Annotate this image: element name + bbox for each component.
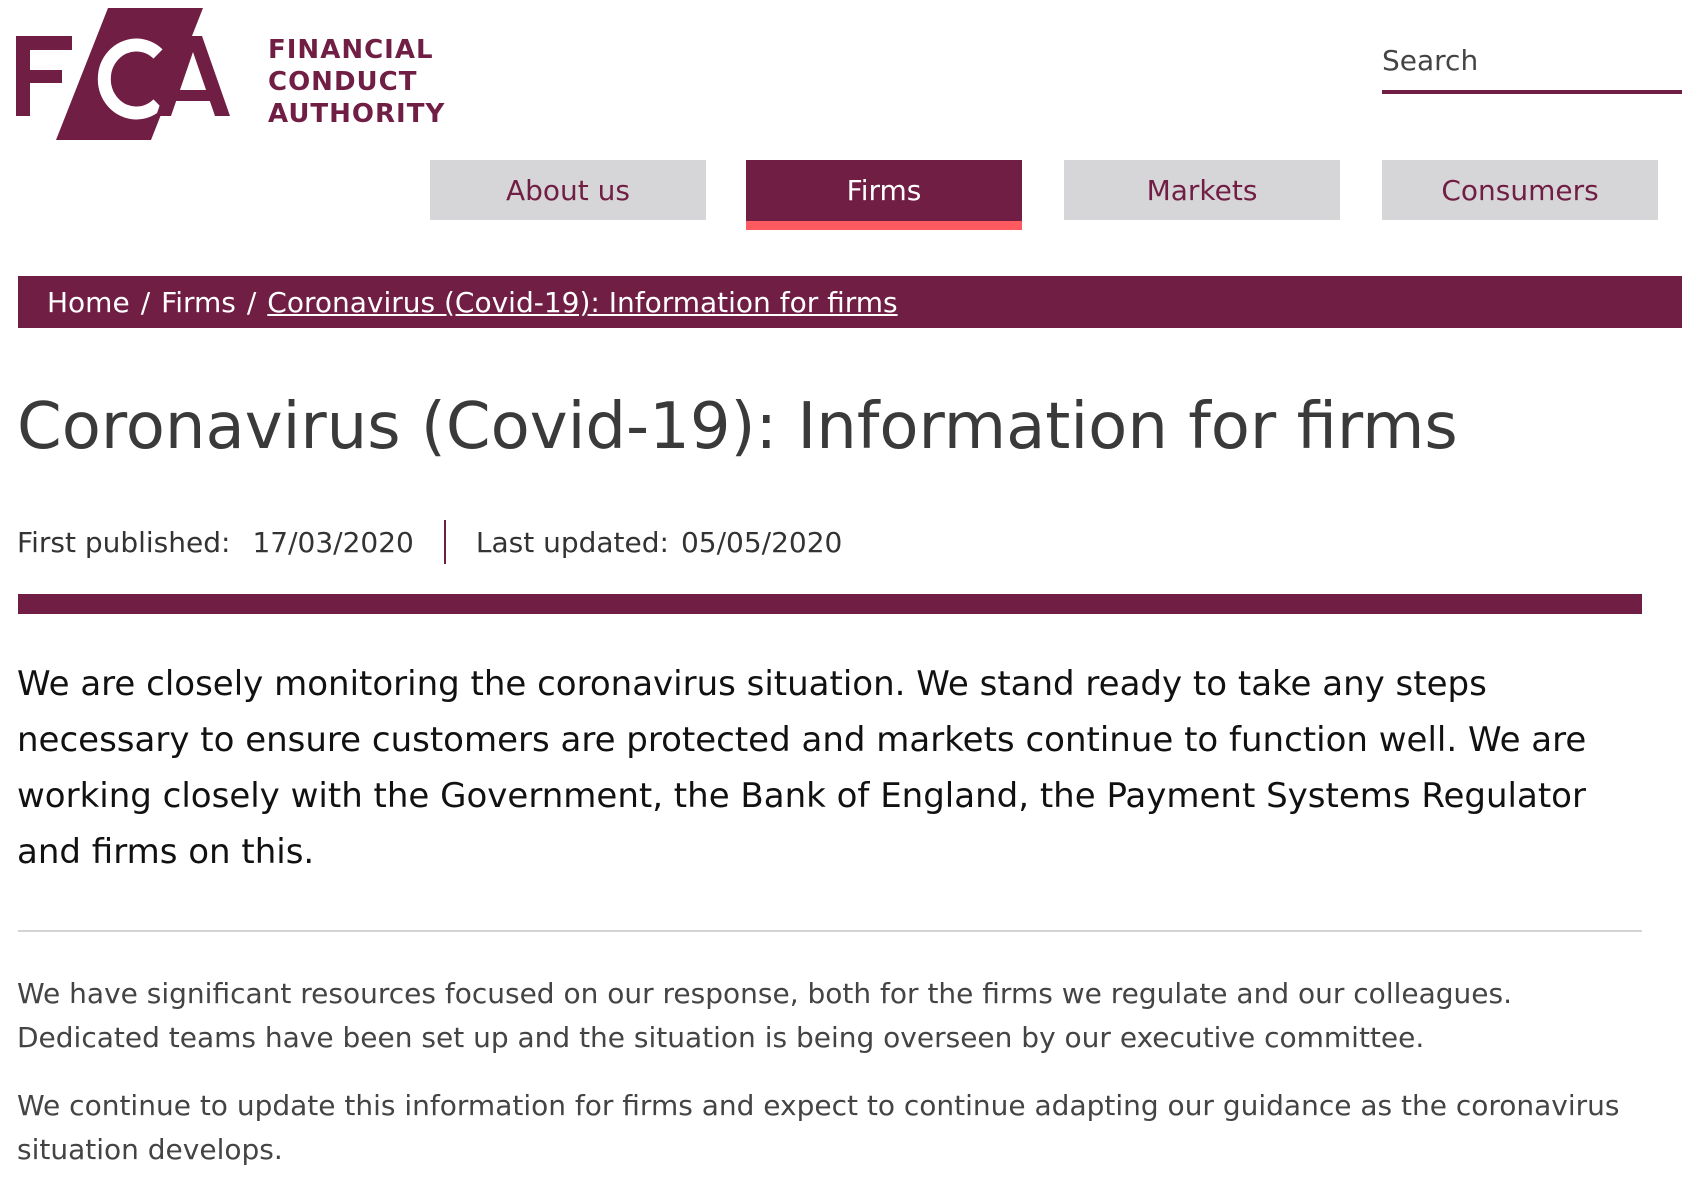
section-divider (18, 594, 1642, 614)
meta-divider (443, 520, 446, 564)
page-title: Coronavirus (Covid-19): Information for … (17, 390, 1458, 464)
tab-about-us[interactable]: About us (430, 160, 706, 220)
breadcrumb: Home / Firms / Coronavirus (Covid-19): I… (18, 276, 1682, 328)
brand-name-line-2: CONDUCT (268, 67, 418, 97)
breadcrumb-home[interactable]: Home (47, 286, 130, 319)
content-divider (18, 930, 1642, 932)
brand-name-line-3: AUTHORITY (268, 99, 446, 129)
tab-markets[interactable]: Markets (1064, 160, 1340, 220)
body-paragraph-1: We have significant resources focused on… (17, 977, 1512, 1054)
publication-dates: First published: 17/03/2020 Last updated… (17, 520, 842, 564)
fca-logo[interactable]: FINANCIAL CONDUCT AUTHORITY (16, 8, 444, 140)
lead-paragraph: We are closely monitoring the coronaviru… (17, 664, 1587, 872)
tab-firms[interactable]: Firms (746, 160, 1022, 230)
breadcrumb-firms[interactable]: Firms (161, 286, 236, 319)
body-paragraph-2: We continue to update this information f… (17, 1089, 1620, 1166)
last-updated-date: 05/05/2020 (680, 525, 843, 559)
brand-name-line-1: FINANCIAL (268, 35, 434, 65)
first-published-label: First published: (17, 525, 231, 559)
breadcrumb-current[interactable]: Coronavirus (Covid-19): Information for … (267, 286, 897, 319)
breadcrumb-separator: / (246, 285, 257, 319)
fca-monogram-icon (16, 8, 230, 140)
tab-consumers[interactable]: Consumers (1382, 160, 1658, 220)
breadcrumb-separator: / (140, 285, 151, 319)
last-updated-label: Last updated: (475, 525, 669, 559)
search-box (1382, 30, 1682, 94)
brand-name: FINANCIAL CONDUCT AUTHORITY (268, 34, 445, 130)
search-input[interactable] (1382, 30, 1672, 90)
first-published-date: 17/03/2020 (252, 525, 414, 559)
